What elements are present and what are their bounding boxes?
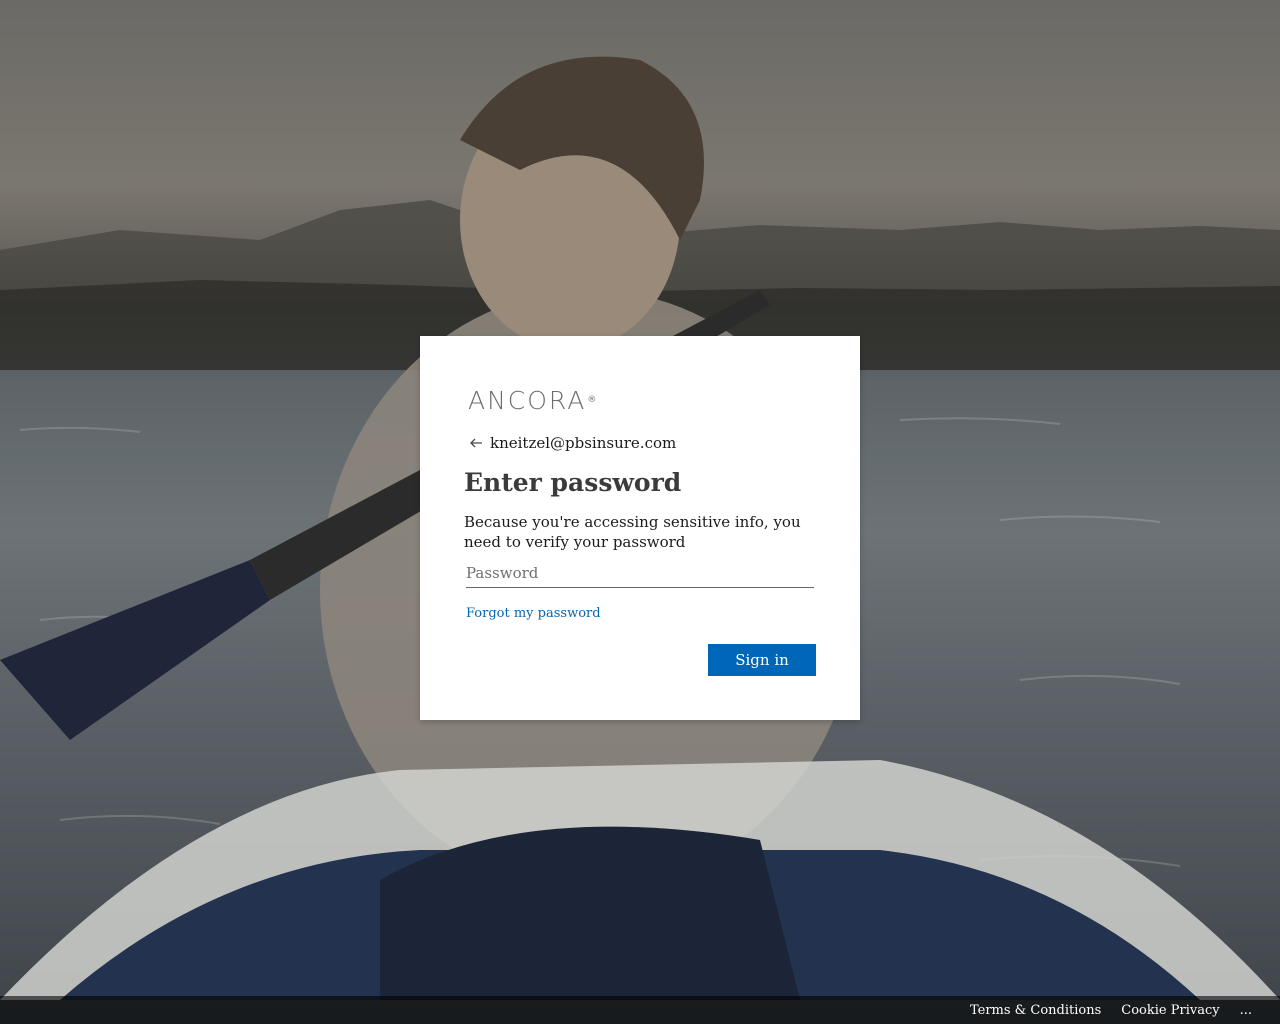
footer-bar: Terms & Conditions Cookie Privacy ... [0, 996, 1280, 1024]
sign-in-button[interactable]: Sign in [708, 644, 816, 676]
logo-text: ANCORA [468, 385, 587, 415]
identity-email: kneitzel@pbsinsure.com [490, 434, 677, 452]
identity-banner[interactable]: kneitzel@pbsinsure.com [468, 434, 676, 452]
page-title: Enter password [464, 468, 682, 497]
more-options-link[interactable]: ... [1240, 1003, 1252, 1018]
terms-link[interactable]: Terms & Conditions [970, 1003, 1101, 1018]
sign-in-card: ANCORA ® kneitzel@pbsinsure.com Enter pa… [420, 336, 860, 720]
forgot-password-link[interactable]: Forgot my password [466, 606, 601, 621]
password-input[interactable] [466, 558, 814, 588]
back-arrow-icon[interactable] [468, 435, 484, 451]
description-text: Because you're accessing sensitive info,… [464, 513, 801, 551]
logo-registered-mark: ® [587, 395, 597, 405]
cookie-privacy-link[interactable]: Cookie Privacy [1121, 1003, 1219, 1018]
ancora-logo: ANCORA ® [468, 385, 597, 415]
